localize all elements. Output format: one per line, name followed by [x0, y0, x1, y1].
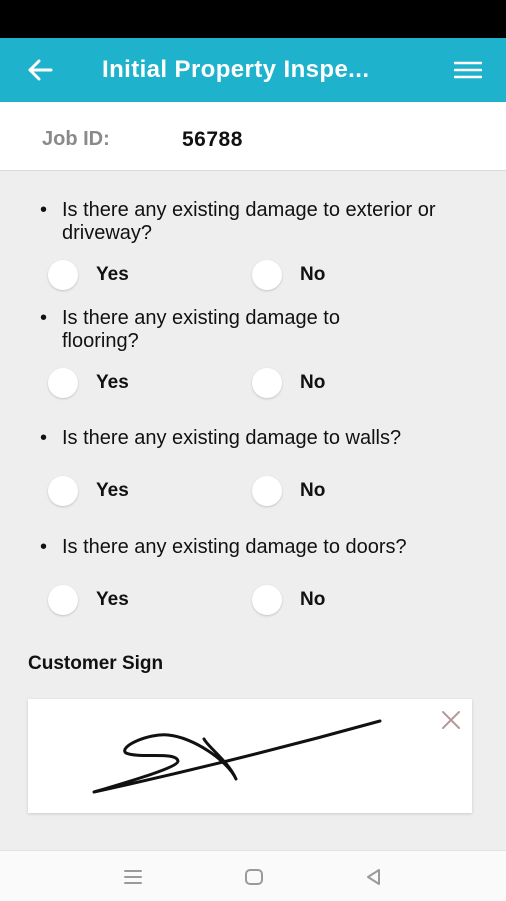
radio-button[interactable] — [252, 368, 282, 398]
job-id-value: 56788 — [182, 128, 243, 151]
back-button[interactable] — [20, 50, 60, 90]
option-doors-yes[interactable]: Yes — [48, 585, 129, 615]
question-walls: • Is there any existing damage to walls? — [40, 427, 490, 450]
close-icon[interactable] — [438, 707, 464, 733]
question-flooring: • Is there any existing damage to floori… — [40, 307, 490, 353]
radio-button[interactable] — [252, 585, 282, 615]
option-walls-yes[interactable]: Yes — [48, 476, 129, 506]
radio-button[interactable] — [252, 476, 282, 506]
radio-button[interactable] — [48, 585, 78, 615]
option-label: No — [300, 264, 326, 285]
option-flooring-no[interactable]: No — [252, 368, 325, 398]
question-exterior: • Is there any existing damage to exteri… — [40, 199, 490, 245]
option-flooring-yes[interactable]: Yes — [48, 368, 129, 398]
arrow-left-icon — [28, 59, 53, 81]
option-doors-no[interactable]: No — [252, 585, 325, 615]
status-bar — [0, 0, 506, 38]
question-text: Is there any existing damage to doors? — [62, 536, 407, 558]
bullet: • — [40, 536, 48, 558]
hamburger-menu-icon — [454, 61, 482, 79]
bullet: • — [40, 307, 48, 329]
home-icon[interactable] — [242, 865, 266, 889]
option-label: Yes — [96, 264, 129, 285]
back-triangle-icon[interactable] — [362, 865, 386, 889]
option-exterior-no[interactable]: No — [252, 260, 325, 290]
question-text: Is there any existing damage to flooring… — [62, 307, 340, 352]
bullet: • — [40, 427, 48, 449]
option-walls-no[interactable]: No — [252, 476, 325, 506]
radio-button[interactable] — [48, 368, 78, 398]
radio-button[interactable] — [48, 260, 78, 290]
app-bar: Initial Property Inspe... — [0, 38, 506, 102]
option-label: No — [300, 589, 326, 610]
option-label: No — [300, 480, 326, 501]
question-doors: • Is there any existing damage to doors? — [40, 536, 490, 559]
question-text: Is there any existing damage to walls? — [62, 427, 402, 449]
page-title: Initial Property Inspe... — [102, 56, 370, 83]
signature-drawing — [92, 719, 382, 794]
job-id-row: Job ID: 56788 — [0, 102, 506, 171]
system-nav-bar — [0, 850, 506, 901]
recent-apps-icon[interactable] — [121, 865, 145, 889]
radio-button[interactable] — [48, 476, 78, 506]
option-label: Yes — [96, 589, 129, 610]
bullet: • — [40, 199, 48, 221]
menu-button[interactable] — [448, 50, 488, 90]
question-text: Is there any existing damage to exterior… — [62, 199, 436, 244]
signature-pad[interactable] — [28, 699, 472, 813]
option-exterior-yes[interactable]: Yes — [48, 260, 129, 290]
customer-sign-label: Customer Sign — [28, 653, 164, 674]
option-label: Yes — [96, 480, 129, 501]
option-label: No — [300, 372, 326, 393]
option-label: Yes — [96, 372, 129, 393]
job-id-label: Job ID: — [42, 128, 110, 150]
radio-button[interactable] — [252, 260, 282, 290]
